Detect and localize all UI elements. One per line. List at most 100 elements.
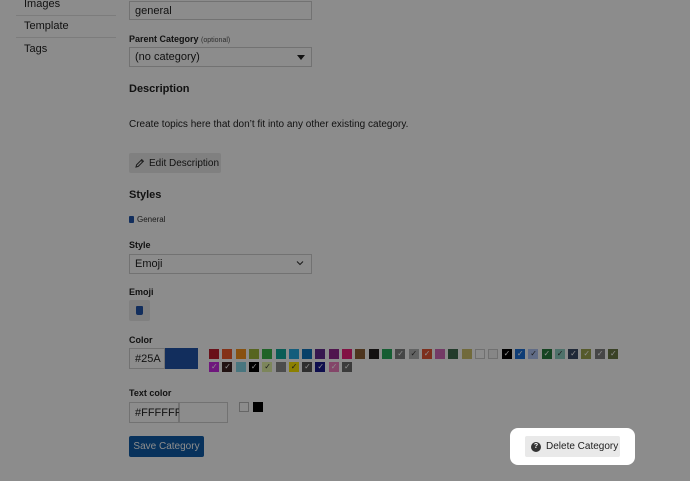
color-swatch[interactable]: ✓ — [554, 349, 565, 359]
checkmark-icon: ✓ — [410, 349, 418, 358]
category-badge-name: General — [137, 215, 166, 224]
text-color-swatch-black[interactable] — [253, 402, 263, 412]
color-swatch[interactable]: ✓ — [222, 362, 233, 372]
checkmark-icon: ✓ — [516, 349, 524, 358]
text-color-label: Text color — [129, 388, 172, 398]
color-swatch[interactable] — [235, 349, 246, 359]
color-swatch[interactable] — [248, 349, 259, 359]
color-swatch[interactable]: ✓ — [568, 349, 579, 359]
color-swatch[interactable] — [368, 349, 379, 359]
checkmark-icon: ✓ — [556, 349, 564, 358]
color-hex-input[interactable]: #25A — [129, 348, 165, 369]
color-swatch[interactable] — [288, 349, 299, 359]
color-swatch[interactable]: ✓ — [395, 349, 406, 359]
color-label: Color — [129, 335, 153, 345]
parent-category-select[interactable]: (no category) — [129, 47, 312, 67]
checkmark-icon: ✓ — [250, 362, 258, 371]
color-swatch[interactable] — [222, 349, 233, 359]
description-heading: Description — [129, 83, 190, 95]
checkmark-icon: ✓ — [317, 362, 325, 371]
checkmark-icon: ✓ — [344, 362, 351, 371]
color-swatch[interactable] — [262, 349, 273, 359]
color-swatch[interactable]: ✓ — [581, 349, 592, 359]
color-swatch[interactable]: ✓ — [514, 349, 525, 359]
checkmark-icon: ✓ — [397, 349, 404, 358]
checkmark-icon: ✓ — [503, 349, 511, 358]
question-circle-icon: ? — [531, 441, 541, 452]
color-swatch[interactable]: ✓ — [262, 362, 273, 372]
emoji-picker-button[interactable] — [129, 300, 150, 321]
color-swatch[interactable] — [475, 349, 485, 359]
color-swatch[interactable]: ✓ — [501, 349, 512, 359]
color-swatch[interactable] — [461, 349, 472, 359]
sidebar-divider — [16, 37, 116, 38]
color-swatch[interactable]: ✓ — [421, 349, 432, 359]
save-category-label: Save Category — [133, 441, 200, 452]
color-swatch[interactable] — [448, 349, 459, 359]
color-swatch[interactable]: ✓ — [288, 362, 299, 372]
sidebar-divider — [16, 15, 116, 16]
color-swatch[interactable]: ✓ — [541, 349, 552, 359]
color-swatch[interactable]: ✓ — [248, 362, 259, 372]
color-swatch[interactable]: ✓ — [408, 349, 419, 359]
parent-category-label: Parent Category (optional) — [129, 34, 230, 44]
color-swatch[interactable]: ✓ — [342, 362, 352, 372]
sidebar-item-template[interactable]: Template — [24, 20, 69, 32]
checkmark-icon: ✓ — [211, 362, 218, 371]
checkmark-icon: ✓ — [264, 362, 271, 371]
style-label: Style — [129, 240, 151, 250]
color-swatch[interactable]: ✓ — [594, 349, 605, 359]
checkmark-icon: ✓ — [330, 362, 338, 371]
pencil-icon — [135, 158, 145, 168]
color-swatch[interactable]: ✓ — [209, 362, 219, 372]
description-text: Create topics here that don’t fit into a… — [129, 119, 409, 130]
color-swatch[interactable] — [235, 362, 246, 372]
color-swatch[interactable] — [209, 349, 219, 359]
text-color-swatch-white[interactable] — [239, 402, 249, 412]
color-swatch[interactable]: ✓ — [608, 349, 618, 359]
color-swatch[interactable] — [381, 349, 392, 359]
chevron-down-icon — [295, 258, 305, 271]
optional-hint: (optional) — [201, 37, 231, 44]
color-swatch[interactable] — [435, 349, 446, 359]
checkmark-icon: ✓ — [543, 349, 551, 358]
edit-description-label: Edit Description — [149, 157, 220, 169]
checkmark-icon: ✓ — [610, 349, 617, 358]
checkmark-icon: ✓ — [583, 349, 591, 358]
style-value: Emoji — [135, 258, 163, 270]
parent-category-label-text: Parent Category — [129, 34, 199, 44]
color-swatch[interactable]: ✓ — [528, 349, 539, 359]
edit-description-button[interactable]: Edit Description — [129, 153, 221, 173]
text-color-hex-input[interactable]: #FFFFFF — [129, 402, 182, 423]
slug-input-value: general — [135, 4, 172, 17]
text-color-hex-value: #FFFFFF — [135, 406, 182, 419]
sidebar-item-images[interactable]: Images — [24, 0, 60, 10]
color-swatch[interactable] — [302, 349, 313, 359]
color-swatch[interactable] — [328, 349, 339, 359]
caret-down-icon — [297, 55, 305, 60]
color-swatch[interactable] — [488, 349, 499, 359]
sidebar-item-tags[interactable]: Tags — [24, 43, 47, 55]
checkmark-icon: ✓ — [570, 349, 577, 358]
delete-category-button[interactable]: ? Delete Category — [525, 436, 620, 457]
color-swatch[interactable]: ✓ — [302, 362, 313, 372]
checkmark-icon: ✓ — [224, 362, 231, 371]
cup-icon — [136, 306, 143, 315]
color-swatch[interactable] — [342, 349, 352, 359]
category-badge-preview: General — [129, 215, 165, 224]
slug-input[interactable]: general — [129, 1, 312, 20]
color-hex-value: #25A — [135, 352, 161, 365]
checkmark-icon: ✓ — [596, 349, 604, 358]
text-color-preview — [179, 402, 228, 423]
checkmark-icon: ✓ — [304, 362, 311, 371]
color-swatch[interactable] — [355, 349, 366, 359]
color-swatch[interactable] — [275, 362, 286, 372]
checkmark-icon: ✓ — [530, 349, 537, 358]
color-swatch[interactable] — [315, 349, 326, 359]
color-swatch[interactable]: ✓ — [328, 362, 339, 372]
color-swatch[interactable]: ✓ — [315, 362, 326, 372]
color-swatch[interactable] — [275, 349, 286, 359]
save-category-button[interactable]: Save Category — [129, 436, 204, 457]
emoji-label: Emoji — [129, 287, 154, 297]
style-select[interactable]: Emoji — [129, 254, 312, 274]
